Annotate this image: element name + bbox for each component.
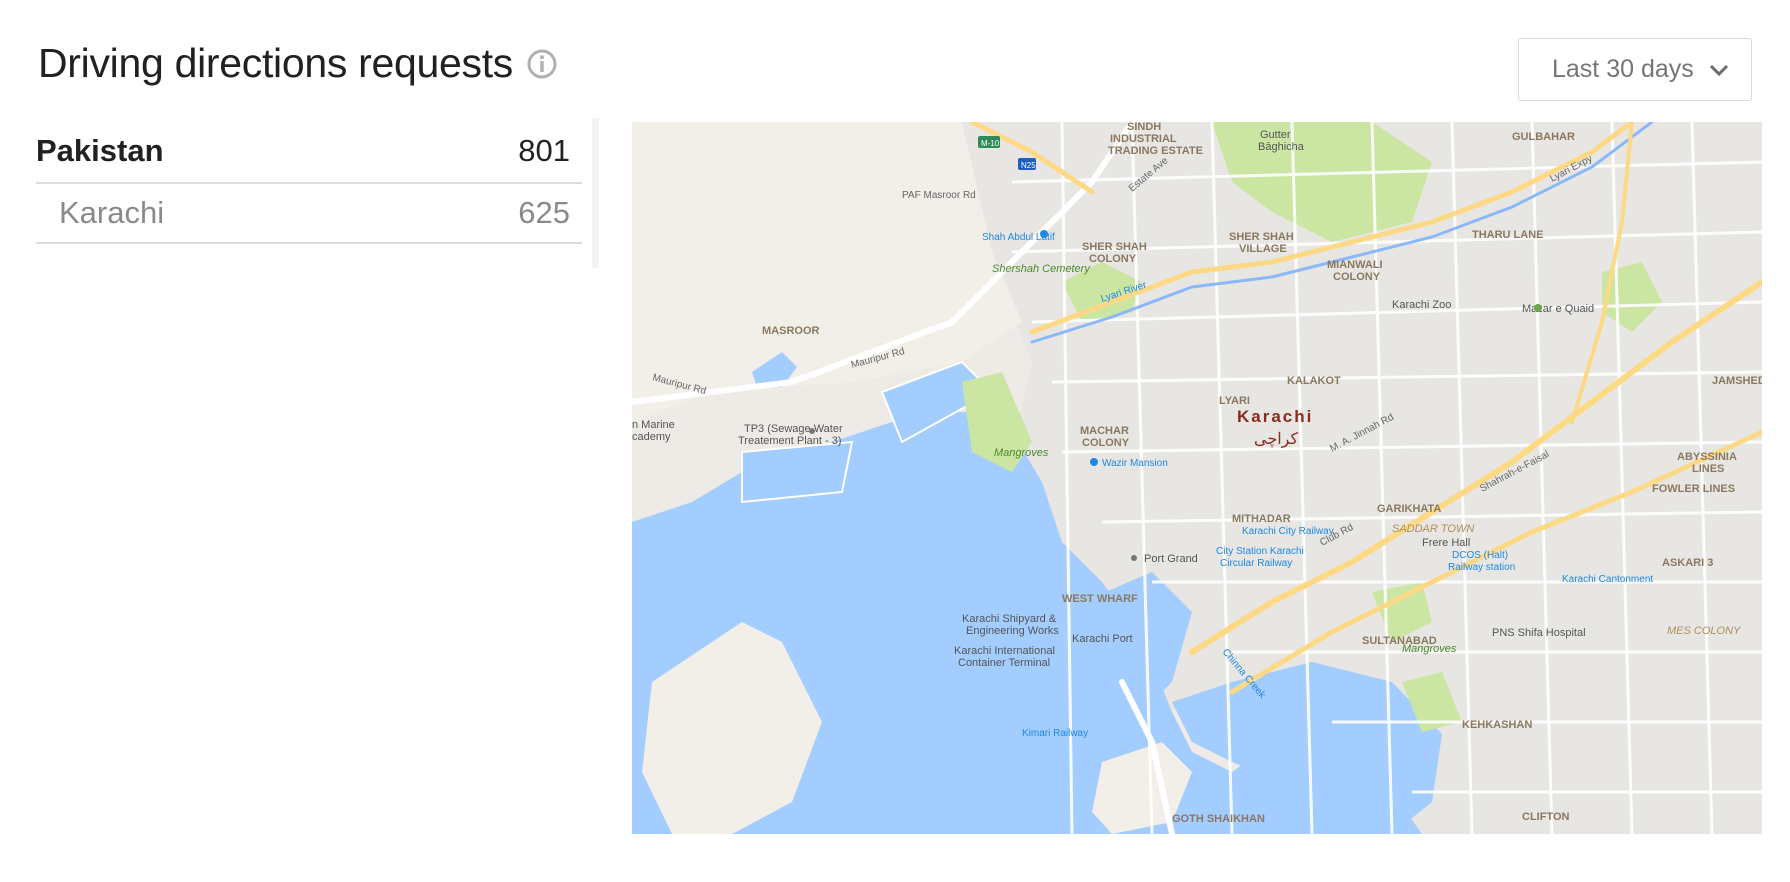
map-label-shershah-colony: SHER SHAH	[1082, 241, 1147, 253]
map-label-kict-b: Container Terminal	[958, 657, 1050, 669]
poi-rail-icon[interactable]	[1090, 458, 1098, 466]
map-label-machar: MACHAR	[1080, 425, 1129, 437]
map-label-west-wharf: WEST WHARF	[1062, 593, 1138, 605]
location-name: Karachi	[59, 195, 165, 230]
map-label-marine-b: cademy	[632, 431, 671, 443]
map-label-karachi-cantonment: Karachi Cantonment	[1562, 574, 1653, 585]
map-label-lines: LINES	[1692, 463, 1724, 475]
map-label-gutter: Gutter	[1260, 129, 1291, 141]
map-label-frere: Frere Hall	[1422, 537, 1470, 549]
map-label-mianwali-colony: COLONY	[1333, 271, 1381, 283]
map-label-port-grand: Port Grand	[1144, 553, 1198, 565]
map-label-baghicha: Bāghicha	[1258, 141, 1305, 153]
map-label-gulbahar: GULBAHAR	[1512, 131, 1575, 143]
map-label-dcos-a: DCOS (Halt)	[1452, 550, 1508, 561]
map-label-lyari: LYARI	[1219, 395, 1250, 407]
highway-shield-n25: N25	[1018, 158, 1036, 170]
chevron-down-icon	[1709, 64, 1728, 76]
map-label-marine-a: n Marine	[632, 419, 675, 431]
map-label-wazir: Wazir Mansion	[1102, 458, 1168, 469]
map-label-village: VILLAGE	[1239, 243, 1287, 255]
date-range-label: Last 30 days	[1552, 55, 1694, 83]
location-count: 801	[518, 133, 570, 168]
map-label-dcos-b: Railway station	[1448, 562, 1515, 573]
map-canvas: SINDH INDUSTRIAL TRADING ESTATE GULBAHAR…	[632, 122, 1762, 834]
map-label-shipyard-b: Engineering Works	[966, 625, 1059, 637]
map-label-mangroves: Mangroves	[994, 447, 1049, 459]
location-row-city[interactable]: Karachi 625	[36, 184, 582, 244]
map-label-kalakot: KALAKOT	[1287, 375, 1341, 387]
map-label-paf: PAF Masroor Rd	[902, 190, 976, 201]
map-label-karachi-port: Karachi Port	[1072, 633, 1133, 645]
map-label-mithadar: MITHADAR	[1232, 513, 1291, 525]
map-label-mes: MES COLONY	[1667, 625, 1741, 637]
map-label-kict-a: Karachi International	[954, 645, 1055, 657]
location-list: Pakistan 801 Karachi 625	[36, 120, 582, 244]
map-label-sindh: SINDH	[1127, 122, 1161, 133]
location-name: Pakistan	[36, 133, 164, 168]
map-label-masroor: MASROOR	[762, 325, 820, 337]
map-label-mangroves-2: Mangroves	[1402, 643, 1457, 655]
poi-rail-icon[interactable]	[1040, 230, 1048, 238]
highway-shield-m10: M-10	[978, 136, 1000, 148]
poi-dot-icon[interactable]	[1131, 555, 1137, 561]
map-label-kimari: Kimari Railway	[1022, 728, 1088, 739]
map-label-mianwali: MIANWALI	[1327, 259, 1383, 271]
map-label-shipyard-a: Karachi Shipyard &	[962, 613, 1057, 625]
map-label-trading: TRADING ESTATE	[1108, 145, 1203, 157]
map-view[interactable]: SINDH INDUSTRIAL TRADING ESTATE GULBAHAR…	[632, 122, 1762, 834]
date-range-dropdown[interactable]: Last 30 days	[1518, 38, 1752, 101]
map-label-kehkashan: KEHKASHAN	[1462, 719, 1532, 731]
map-label-pns-shifa: PNS Shifa Hospital	[1492, 627, 1586, 639]
poi-monument-icon[interactable]	[1534, 304, 1542, 312]
map-label-karachi-city-rail: Karachi City Railway	[1242, 526, 1334, 537]
page-title-text: Driving directions requests	[38, 40, 513, 86]
info-circle-icon[interactable]	[525, 47, 559, 81]
map-label-shershah-cemetery: Shershah Cemetery	[992, 263, 1091, 275]
map-label-city-station-b: Circular Railway	[1220, 558, 1292, 569]
svg-text:M-10: M-10	[981, 139, 1000, 148]
map-label-machar-colony: COLONY	[1082, 437, 1130, 449]
map-label-saddar: SADDAR TOWN	[1392, 523, 1474, 535]
map-label-colony: COLONY	[1089, 253, 1137, 265]
list-scrollbar[interactable]	[592, 118, 599, 268]
map-label-jamshed: JAMSHED TO	[1712, 375, 1762, 387]
map-label-askari: ASKARI 3	[1662, 557, 1713, 569]
map-label-tp3b: Treatement Plant - 3)	[738, 435, 842, 447]
map-label-city-ur: کراچی	[1254, 431, 1299, 448]
map-label-shershah-village: SHER SHAH	[1229, 231, 1294, 243]
map-label-mazar: Mazar e Quaid	[1522, 303, 1594, 315]
map-label-garikhata: GARIKHATA	[1377, 503, 1441, 515]
svg-text:N25: N25	[1021, 161, 1036, 170]
map-label-tharu-lane: THARU LANE	[1472, 229, 1544, 241]
map-label-abyssinia: ABYSSINIA	[1677, 451, 1737, 463]
map-label-fowler: FOWLER LINES	[1652, 483, 1735, 495]
map-label-city-station-a: City Station Karachi	[1216, 546, 1304, 557]
map-label-city: Karachi	[1237, 407, 1313, 426]
page-title: Driving directions requests	[38, 40, 559, 87]
map-label-tp3a: TP3 (Sewage Water	[744, 423, 843, 435]
poi-dot-icon[interactable]	[809, 428, 815, 434]
map-label-clifton: CLIFTON	[1522, 811, 1570, 823]
map-label-industrial: INDUSTRIAL	[1110, 133, 1177, 145]
map-label-karachi-zoo: Karachi Zoo	[1392, 299, 1451, 311]
map-label-goth: GOTH SHAIKHAN	[1172, 813, 1265, 825]
location-count: 625	[518, 195, 570, 230]
location-row-country[interactable]: Pakistan 801	[36, 120, 582, 184]
